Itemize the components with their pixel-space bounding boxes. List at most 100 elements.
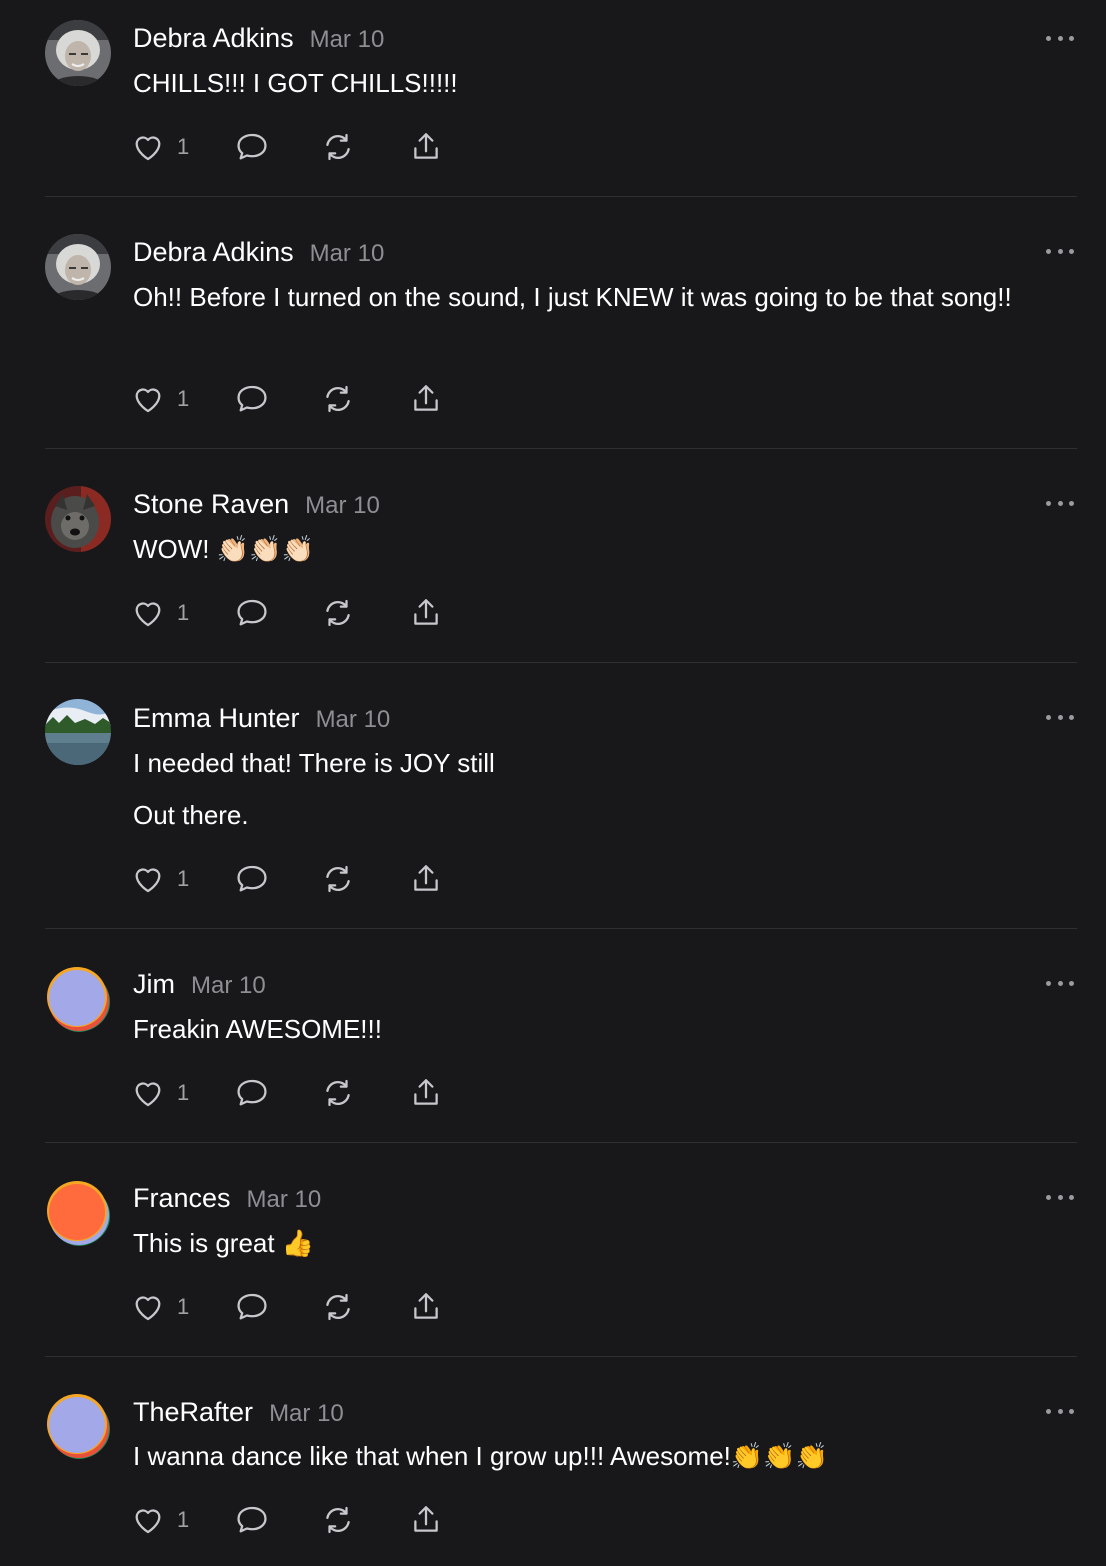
more-options-icon[interactable] [1046,245,1074,257]
author-name[interactable]: Jim [133,969,175,999]
like-button[interactable]: 1 [131,1290,191,1324]
heart-icon [135,868,161,893]
more-options-icon[interactable] [1046,497,1074,509]
more-options-icon[interactable] [1046,711,1074,723]
comment-text: CHILLS!!! I GOT CHILLS!!!!! [133,68,458,98]
comment-text: I wanna dance like that when I grow up!!… [133,1441,828,1471]
share-button[interactable] [409,1076,443,1110]
share-icon [414,133,438,159]
divider [45,1356,1077,1357]
author-line: Stone Raven Mar 10 [133,488,380,522]
like-count: 1 [177,600,190,625]
more-options-icon[interactable] [1046,32,1074,44]
author-line: Frances Mar 10 [133,1182,321,1216]
like-button[interactable]: 1 [131,1503,191,1537]
restack-button[interactable] [321,596,355,630]
avatar[interactable] [45,486,111,552]
share-icon [414,1293,438,1319]
author-name[interactable]: TheRafter [133,1397,253,1427]
speech-bubble-icon [237,1293,267,1320]
speech-bubble-icon [237,133,267,160]
reply-button[interactable] [233,1503,271,1537]
like-button[interactable]: 1 [131,1076,191,1110]
author-name[interactable]: Debra Adkins [133,23,294,53]
author-name[interactable]: Frances [133,1183,231,1213]
like-count: 1 [177,1507,190,1532]
share-button[interactable] [409,1503,443,1537]
like-button[interactable]: 1 [131,596,191,630]
avatar[interactable] [45,966,111,1032]
author-name[interactable]: Stone Raven [133,489,289,519]
author-line: Debra Adkins Mar 10 [133,22,384,56]
more-options-icon[interactable] [1046,1191,1074,1203]
comment-body: I needed that! There is JOY still Out th… [133,744,1033,834]
comment-date[interactable]: Mar 10 [269,1400,344,1427]
heart-icon [135,1082,161,1107]
avatar[interactable] [45,1393,111,1459]
restack-button[interactable] [321,130,355,164]
restack-button[interactable] [321,1290,355,1324]
like-button[interactable]: 1 [131,862,191,896]
share-button[interactable] [409,596,443,630]
share-button[interactable] [409,382,443,416]
comment-text: Out there. [133,800,249,830]
comment-body: CHILLS!!! I GOT CHILLS!!!!! [133,64,1033,102]
reply-button[interactable] [233,382,271,416]
heart-icon [135,388,161,413]
divider [45,928,1077,929]
restack-button[interactable] [321,382,355,416]
comment-text: I needed that! There is JOY still [133,748,495,778]
comment-text: WOW! 👏🏻👏🏻👏🏻 [133,534,314,564]
avatar[interactable] [45,234,111,300]
comment-date[interactable]: Mar 10 [310,26,385,53]
comment-body: WOW! 👏🏻👏🏻👏🏻 [133,530,1033,568]
restack-button[interactable] [321,862,355,896]
more-options-icon[interactable] [1046,1405,1074,1417]
more-options-icon[interactable] [1046,977,1074,989]
share-icon [414,385,438,411]
reply-button[interactable] [233,596,271,630]
divider [45,1142,1077,1143]
comment-date[interactable]: Mar 10 [305,492,380,519]
restack-button[interactable] [321,1503,355,1537]
share-button[interactable] [409,130,443,164]
share-icon [414,1079,438,1105]
share-icon [414,599,438,625]
like-count: 1 [177,1294,190,1319]
reply-button[interactable] [233,862,271,896]
restack-icon [326,133,350,161]
avatar[interactable] [45,20,111,86]
author-name[interactable]: Debra Adkins [133,237,294,267]
comment-body: I wanna dance like that when I grow up!!… [133,1437,1033,1475]
reply-button[interactable] [233,130,271,164]
divider [45,196,1077,197]
speech-bubble-icon [237,1506,267,1533]
restack-button[interactable] [321,1076,355,1110]
comment-date[interactable]: Mar 10 [191,972,266,999]
comment-date[interactable]: Mar 10 [310,240,385,267]
reply-button[interactable] [233,1076,271,1110]
comment-date[interactable]: Mar 10 [247,1186,322,1213]
reply-button[interactable] [233,1290,271,1324]
comment-date[interactable]: Mar 10 [316,706,391,733]
like-button[interactable]: 1 [131,382,191,416]
divider [45,448,1077,449]
share-icon [414,1506,438,1532]
share-button[interactable] [409,862,443,896]
comment-text: Freakin AWESOME!!! [133,1014,382,1044]
speech-bubble-icon [237,385,267,412]
speech-bubble-icon [237,865,267,892]
share-icon [414,865,438,891]
divider [45,662,1077,663]
like-button[interactable]: 1 [131,130,191,164]
like-count: 1 [177,866,190,891]
share-button[interactable] [409,1290,443,1324]
avatar[interactable] [45,699,111,765]
author-line: Jim Mar 10 [133,968,266,1002]
comment-body: This is great 👍 [133,1224,1033,1262]
comment-text: This is great 👍 [133,1228,315,1258]
restack-icon [326,1079,350,1107]
avatar[interactable] [45,1180,111,1246]
author-line: Debra Adkins Mar 10 [133,236,384,270]
author-name[interactable]: Emma Hunter [133,703,300,733]
